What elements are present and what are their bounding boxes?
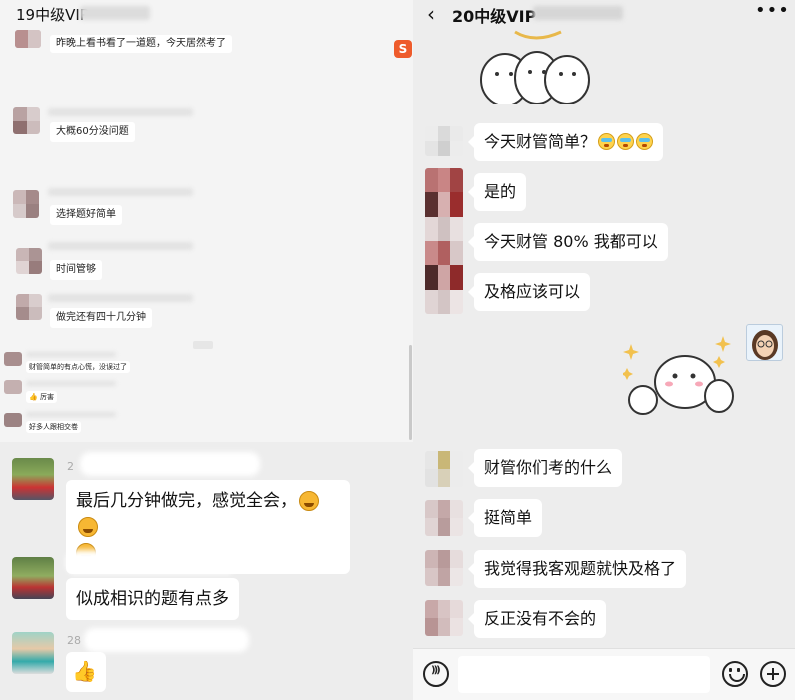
bear-sticker[interactable] xyxy=(475,22,595,104)
avatar[interactable] xyxy=(425,500,463,536)
message-bubble[interactable]: 及格应该可以 xyxy=(467,273,591,311)
message-text: 最后几分钟做完，感觉全会， xyxy=(76,491,297,511)
avatar[interactable] xyxy=(425,550,463,586)
crying-emoji-icon xyxy=(617,133,635,150)
avatar[interactable] xyxy=(16,294,42,320)
left-chat-panel: 19中级VIP S 昨晚上看书看了一道题，今天居然考了 大概60分没问题 选择题… xyxy=(0,0,413,700)
money-mouth-emoji-icon xyxy=(299,491,319,511)
message-bubble[interactable]: 选择题好简单 xyxy=(50,205,122,225)
sogou-input-icon[interactable]: S xyxy=(394,40,412,58)
avatar[interactable] xyxy=(4,380,22,394)
avatar[interactable] xyxy=(12,557,54,599)
blurred-sender-name xyxy=(80,452,260,476)
message-bubble[interactable]: 👍 厉害 xyxy=(26,391,57,403)
message-bubble[interactable]: 好多人跟相交卷 xyxy=(26,421,81,433)
blurred-sender-name xyxy=(48,188,193,196)
message-bubble[interactable]: 时间管够 xyxy=(50,260,102,280)
avatar[interactable] xyxy=(425,451,463,487)
avatar-stack[interactable] xyxy=(425,168,463,314)
blurred-title-suffix xyxy=(80,6,150,20)
emoji-icon[interactable] xyxy=(722,661,748,687)
thumbs-up-icon: 👍 xyxy=(72,659,97,683)
scrollbar[interactable] xyxy=(409,345,412,440)
avatar[interactable] xyxy=(15,30,41,48)
message-bubble[interactable]: 财管你们考的什么 xyxy=(467,449,623,487)
message-input[interactable] xyxy=(458,656,710,693)
more-dots-icon[interactable]: ••• xyxy=(755,0,790,21)
avatar[interactable] xyxy=(425,600,463,636)
message-text: 厉害 xyxy=(39,393,54,401)
blurred-sender-name xyxy=(84,628,249,652)
money-mouth-emoji-icon xyxy=(78,517,98,537)
message-bubble[interactable]: 昨晚上看书看了一道题，今天居然考了 xyxy=(50,35,232,53)
avatar[interactable] xyxy=(425,126,463,156)
message-bubble[interactable]: 反正没有不会的 xyxy=(467,600,607,638)
blurred-sender-name xyxy=(26,352,116,357)
blurred-sender-name xyxy=(48,108,193,116)
message-bubble[interactable]: 我觉得我客观题就快及格了 xyxy=(467,550,687,588)
blurred-sender-name xyxy=(26,412,116,417)
message-bubble[interactable]: 是的 xyxy=(467,173,527,211)
voice-icon[interactable] xyxy=(423,661,449,687)
message-bubble[interactable]: 👍 xyxy=(66,652,106,692)
avatar[interactable] xyxy=(13,190,39,218)
bear-sparkle-sticker[interactable] xyxy=(623,336,743,420)
avatar[interactable] xyxy=(12,632,54,674)
message-bubble[interactable]: 做完还有四十几分钟 xyxy=(50,308,152,328)
avatar[interactable] xyxy=(16,248,42,274)
avatar[interactable] xyxy=(4,413,22,427)
message-bubble[interactable]: 今天财管 80% 我都可以 xyxy=(468,223,668,261)
message-bubble[interactable]: 今天财管简单？ xyxy=(467,123,664,161)
chevron-left-icon[interactable]: ‹ xyxy=(427,2,435,26)
message-bubble[interactable]: 大概60分没问题 xyxy=(50,122,135,142)
left-chat-scrolled-area: 19中级VIP S 昨晚上看书看了一道题，今天居然考了 大概60分没问题 选择题… xyxy=(0,0,413,442)
message-bubble[interactable]: 似成相识的题有点多 xyxy=(66,578,239,620)
thumbs-up-icon: 👍 xyxy=(29,393,38,401)
blurred-sender-name xyxy=(26,381,116,386)
avatar[interactable] xyxy=(13,107,40,134)
crying-emoji-icon xyxy=(598,133,616,150)
self-avatar[interactable] xyxy=(746,324,783,361)
timestamp-chip xyxy=(193,341,213,349)
blurred-title-suffix xyxy=(533,6,623,20)
blurred-sender-name xyxy=(48,242,193,250)
input-bar xyxy=(413,648,795,700)
right-chat-panel: ‹ 20中级VIP ••• 今天财管简单？ 是的 今天财管 80% 我都可以 及… xyxy=(413,0,795,700)
crying-emoji-icon xyxy=(636,133,654,150)
avatar[interactable] xyxy=(4,352,22,366)
chat-header: ‹ 20中级VIP ••• xyxy=(413,0,795,26)
left-chat-title: 19中级VIP xyxy=(16,6,89,24)
plus-icon[interactable] xyxy=(760,661,786,687)
message-bubble[interactable]: 财管简单的有点心慌，没误过了 xyxy=(26,361,130,373)
left-chat-lower-area: 2 最后几分钟做完，感觉全会， 似成相识的题有点多 28 👍 xyxy=(0,442,413,700)
sender-name-partial: 28 xyxy=(67,634,81,647)
blurred-sender-name xyxy=(66,550,236,574)
sender-name-partial: 2 xyxy=(67,460,74,473)
message-bubble[interactable]: 挺简单 xyxy=(467,499,543,537)
avatar[interactable] xyxy=(12,458,54,500)
blurred-sender-name xyxy=(48,294,193,302)
message-text: 今天财管简单？ xyxy=(484,132,597,151)
